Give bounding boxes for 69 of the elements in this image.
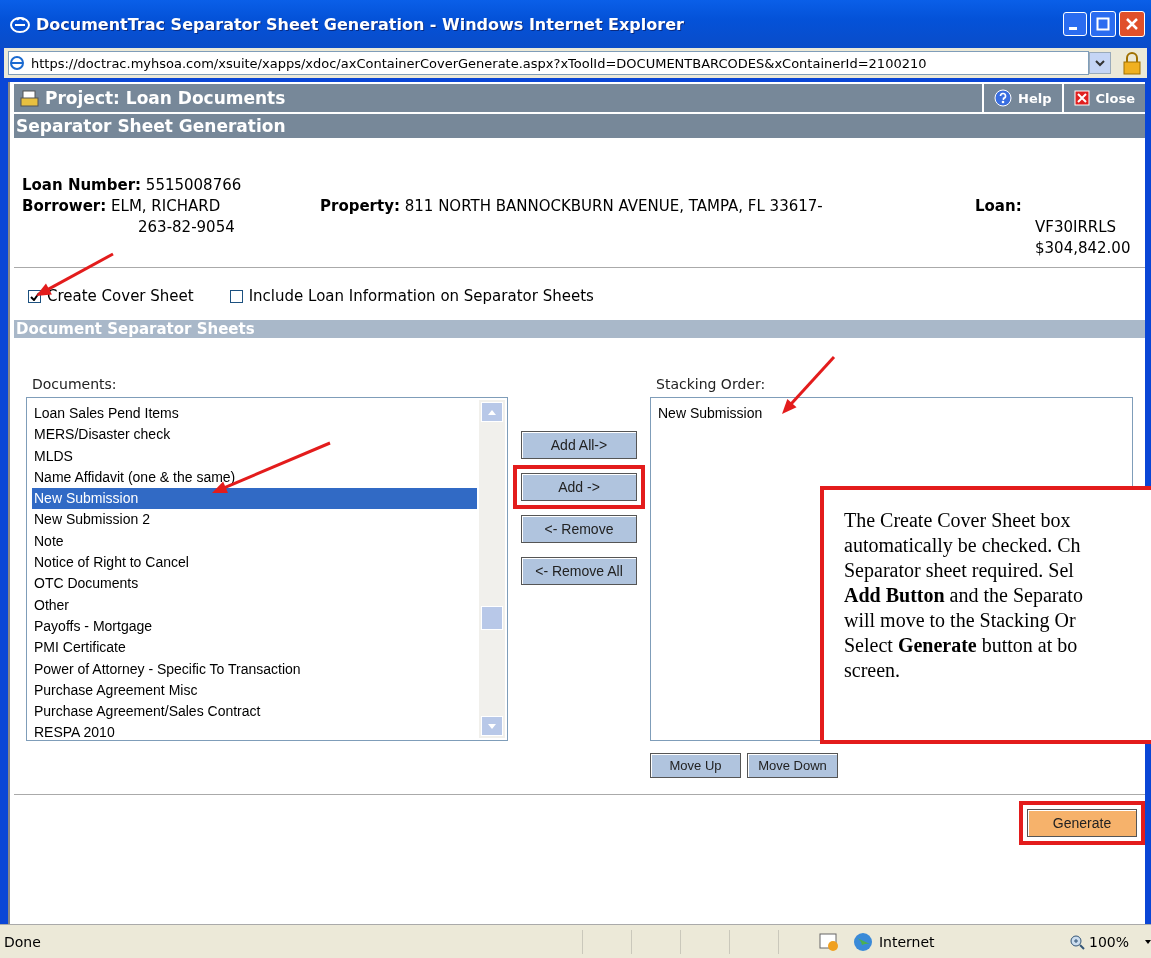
- field-value: 263-82-9054: [138, 218, 235, 236]
- maximize-icon: [1096, 17, 1110, 31]
- window-title: DocumentTrac Separator Sheet Generation - Windows Internet Explorer: [36, 14, 685, 34]
- maximize-button[interactable]: [1090, 11, 1116, 37]
- field-label: Loan:: [975, 197, 1022, 215]
- list-item[interactable]: Power of Attorney - Specific To Transaction: [32, 658, 477, 680]
- field-value: ELM, RICHARD: [111, 197, 221, 215]
- header-title: Project: Loan Documents: [45, 88, 287, 108]
- list-item[interactable]: MLDS: [32, 445, 477, 467]
- annotation-arrow: [782, 356, 836, 414]
- zoom-icon: [1068, 933, 1085, 950]
- field-label: Borrower:: [22, 197, 107, 215]
- list-item[interactable]: Purchase Agreement Misc: [32, 679, 477, 702]
- list-item[interactable]: New Submission: [656, 403, 1128, 425]
- scroll-thumb[interactable]: [481, 606, 503, 630]
- order-button[interactable]: Move Up: [650, 753, 741, 778]
- lock-icon: [1121, 51, 1143, 75]
- callout-note: The Create Cover Sheet box automatically be checked. Ch Separator sheet required. Sel Add Button and the Separato will move to the Stacking Or Select Generate button at bo screen.: [820, 486, 1151, 744]
- field-value: 5515008766: [145, 176, 242, 194]
- zone-label: Internet: [878, 933, 936, 950]
- transfer-button[interactable]: Add ->: [521, 473, 637, 501]
- scrollbar[interactable]: [479, 400, 505, 738]
- checkbox[interactable]: [229, 289, 243, 303]
- field-label: Property:: [320, 197, 400, 215]
- checkbox-label: Include Loan Information on Separator Sheets: [248, 287, 594, 305]
- caret-icon: [1095, 59, 1105, 67]
- section-title: Separator Sheet Generation: [14, 114, 1145, 138]
- order-button[interactable]: Move Down: [747, 753, 838, 778]
- checkbox-label: Create Cover Sheet: [47, 287, 194, 305]
- zoom-level[interactable]: 100%: [1088, 933, 1129, 950]
- list-item[interactable]: Loan Sales Pend Items: [32, 403, 477, 425]
- list-item[interactable]: Payoffs - Mortgage: [32, 615, 477, 638]
- popup-blocked-icon: [818, 931, 839, 952]
- list-item[interactable]: RESPA 2010: [32, 722, 477, 738]
- section-bar: Document Separator Sheets: [14, 320, 1145, 338]
- list-item[interactable]: MERS/Disaster check: [32, 424, 477, 446]
- transfer-button[interactable]: <- Remove: [521, 515, 637, 543]
- help-icon: [994, 89, 1013, 107]
- list-label: Documents:: [32, 375, 118, 393]
- field-value: 811 NORTH BANNOCKBURN AVENUE, TAMPA, FL 33617-: [404, 197, 823, 215]
- close-icon: [1073, 90, 1090, 106]
- field-label: Loan Number:: [22, 176, 142, 194]
- page-icon: [9, 55, 27, 71]
- field-value: $304,842.00: [1035, 239, 1131, 257]
- list-item[interactable]: Notice of Right to Cancel: [32, 552, 477, 574]
- list-item[interactable]: New Submission: [32, 488, 477, 510]
- field-value: VF30IRRLS: [1035, 218, 1117, 236]
- list-item[interactable]: Name Affidavit (one & the same): [32, 466, 477, 489]
- address-field[interactable]: https://doctrac.myhsoa.com/xsuite/xapps/xdoc/axContainerCoverGenerate.aspx?xToolId=DOCUMENTBARCODES&xContainerId=2100210: [8, 51, 1089, 75]
- list-item[interactable]: PMI Certificate: [32, 637, 477, 659]
- list-item[interactable]: Purchase Agreement/Sales Contract: [32, 701, 477, 723]
- minimize-button[interactable]: [1063, 12, 1087, 36]
- list-item[interactable]: Other: [32, 594, 477, 616]
- printer-icon: [20, 89, 39, 107]
- browser-logo-icon: [10, 14, 30, 34]
- globe-icon: [852, 931, 873, 952]
- close-icon: [1125, 17, 1139, 31]
- dropdown-button[interactable]: [1089, 52, 1111, 74]
- transfer-button[interactable]: Add All->: [521, 431, 637, 459]
- list-label: Stacking Order:: [656, 375, 767, 393]
- minimize-icon: [1069, 27, 1077, 30]
- close-button[interactable]: [1119, 11, 1145, 37]
- transfer-button[interactable]: <- Remove All: [521, 557, 637, 585]
- caret-icon[interactable]: [1145, 939, 1151, 944]
- status-text: Done: [4, 933, 42, 950]
- list-item[interactable]: Note: [32, 530, 477, 553]
- list-item[interactable]: New Submission 2: [32, 509, 477, 531]
- list-item[interactable]: OTC Documents: [32, 573, 477, 595]
- generate-button[interactable]: Generate: [1027, 809, 1137, 837]
